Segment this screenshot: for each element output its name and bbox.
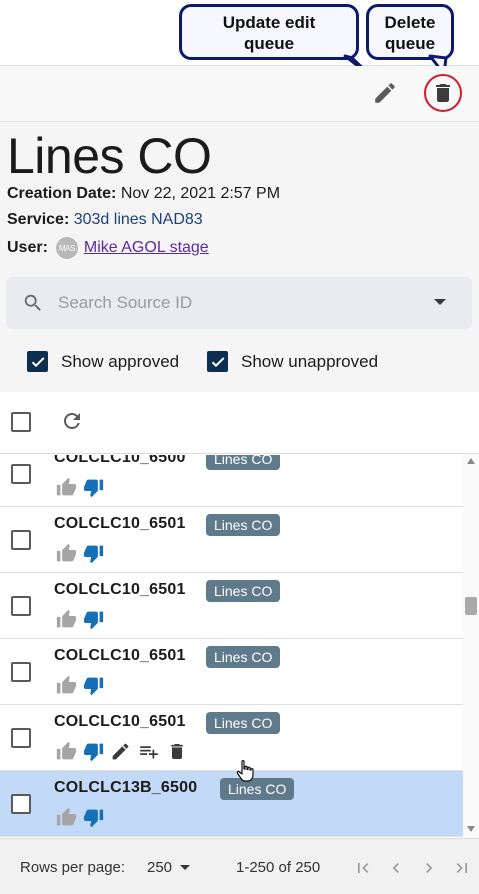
service: Service: 303d lines NAD83 xyxy=(7,211,203,229)
list-item[interactable]: COLCLC10_6501 Lines CO xyxy=(0,639,463,705)
pencil-icon[interactable] xyxy=(110,741,131,762)
row-badge: Lines CO xyxy=(206,580,281,602)
show-unapproved-label: Show unapproved xyxy=(241,351,379,371)
hand-pointer-cursor-icon xyxy=(236,760,254,782)
thumb-up-icon[interactable] xyxy=(56,807,77,828)
list-item[interactable]: COLCLC10_6501 Lines CO xyxy=(0,573,463,639)
thumb-down-icon[interactable] xyxy=(83,807,104,828)
search-icon xyxy=(24,294,41,311)
list-item-hovered[interactable]: COLCLC10_6501 Lines CO xyxy=(0,705,463,771)
thumb-up-icon[interactable] xyxy=(56,675,77,696)
row-source-id: COLCLC10_6501 xyxy=(54,647,186,664)
thumb-down-icon[interactable] xyxy=(83,543,104,564)
scroll-up-arrow-icon[interactable] xyxy=(467,458,475,464)
row-checkbox[interactable] xyxy=(11,464,31,484)
checkbox-checked-icon[interactable] xyxy=(207,351,228,372)
row-badge: Lines CO xyxy=(206,455,281,470)
chevron-down-icon xyxy=(180,865,191,870)
list-scrollbar[interactable] xyxy=(463,455,479,838)
service-label: Service: xyxy=(7,211,70,228)
pagination-bar: Rows per page: 250 1-250 of 250 xyxy=(0,838,479,894)
pencil-icon xyxy=(375,83,395,103)
last-page-icon xyxy=(456,863,467,873)
row-actions xyxy=(56,741,193,762)
row-source-id: COLCLC10_6501 xyxy=(54,515,186,532)
checkbox-checked-icon[interactable] xyxy=(27,351,48,372)
next-page-button[interactable] xyxy=(418,857,440,879)
service-value: 303d lines NAD83 xyxy=(73,211,203,228)
creation-date: Creation Date: Nov 22, 2021 2:57 PM xyxy=(7,185,280,203)
scroll-down-arrow-icon[interactable] xyxy=(467,826,475,832)
row-checkbox[interactable] xyxy=(11,530,31,550)
page-title: Lines CO xyxy=(7,128,212,184)
thumb-up-icon[interactable] xyxy=(56,741,77,762)
top-bar: Update edit queue Delete queue xyxy=(0,0,479,79)
row-checkbox[interactable] xyxy=(11,662,31,682)
creation-date-label: Creation Date: xyxy=(7,185,117,202)
row-badge: Lines CO xyxy=(206,646,281,668)
queue-details: Lines CO Creation Date: Nov 22, 2021 2:5… xyxy=(0,122,479,392)
user: User: MAS Mike AGOL stage xyxy=(7,237,209,259)
search-field[interactable] xyxy=(6,277,472,329)
page-range: 1-250 of 250 xyxy=(236,859,321,876)
playlist-add-icon[interactable] xyxy=(137,741,161,762)
select-all-checkbox[interactable] xyxy=(11,412,31,432)
show-approved-label: Show approved xyxy=(61,351,180,371)
user-label: User: xyxy=(7,239,48,256)
chevron-right-icon xyxy=(426,863,433,873)
row-source-id: COLCLC13B_6500 xyxy=(54,779,198,796)
search-dropdown-icon[interactable] xyxy=(434,299,446,305)
row-source-id: COLCLC10_6501 xyxy=(54,581,186,598)
trash-icon xyxy=(436,84,450,102)
rows-per-page-label: Rows per page: xyxy=(20,859,126,876)
source-list: COLCLC10_6500 Lines CO COLCLC10_6501 Lin… xyxy=(0,455,463,838)
search-input[interactable] xyxy=(58,291,418,315)
show-unapproved-checkbox[interactable]: Show unapproved xyxy=(207,351,378,372)
row-source-id: COLCLC10_6501 xyxy=(54,713,186,730)
edit-queue-button[interactable] xyxy=(368,78,402,108)
row-actions xyxy=(56,675,110,696)
delete-queue-button[interactable] xyxy=(424,74,462,112)
first-page-button[interactable] xyxy=(352,857,374,879)
thumb-down-icon[interactable] xyxy=(83,477,104,498)
row-actions xyxy=(56,807,110,828)
thumb-up-icon[interactable] xyxy=(56,543,77,564)
row-checkbox[interactable] xyxy=(11,596,31,616)
thumb-down-icon[interactable] xyxy=(83,741,104,762)
row-badge: Lines CO xyxy=(220,778,295,800)
previous-page-button[interactable] xyxy=(385,857,407,879)
row-actions xyxy=(56,543,110,564)
list-item[interactable]: COLCLC10_6501 Lines CO xyxy=(0,507,463,573)
row-badge: Lines CO xyxy=(206,514,281,536)
user-link[interactable]: Mike AGOL stage xyxy=(84,239,209,257)
avatar: MAS xyxy=(55,237,78,259)
rows-per-page-value: 250 xyxy=(147,859,173,876)
row-source-id: COLCLC10_6500 xyxy=(54,455,186,466)
row-actions xyxy=(56,477,110,498)
list-item-selected[interactable]: COLCLC13B_6500 Lines CO xyxy=(0,771,463,837)
list-toolbar xyxy=(0,392,479,454)
first-page-icon xyxy=(358,863,369,873)
row-actions xyxy=(56,609,110,630)
trash-icon[interactable] xyxy=(167,741,187,762)
row-checkbox[interactable] xyxy=(11,794,31,814)
row-badge: Lines CO xyxy=(206,712,281,734)
thumb-up-icon[interactable] xyxy=(56,609,77,630)
refresh-icon[interactable] xyxy=(60,409,84,433)
queue-action-bar xyxy=(0,66,479,122)
last-page-button[interactable] xyxy=(451,857,473,879)
thumb-up-icon[interactable] xyxy=(56,477,77,498)
row-checkbox[interactable] xyxy=(11,728,31,748)
thumb-down-icon[interactable] xyxy=(83,609,104,630)
scroll-thumb[interactable] xyxy=(465,597,477,615)
show-approved-checkbox[interactable]: Show approved xyxy=(27,351,179,372)
chevron-left-icon xyxy=(392,863,399,873)
creation-date-value: Nov 22, 2021 2:57 PM xyxy=(120,185,281,202)
thumb-down-icon[interactable] xyxy=(83,675,104,696)
list-item[interactable]: COLCLC10_6500 Lines CO xyxy=(0,455,463,507)
rows-per-page-select[interactable]: 250 xyxy=(147,859,191,876)
